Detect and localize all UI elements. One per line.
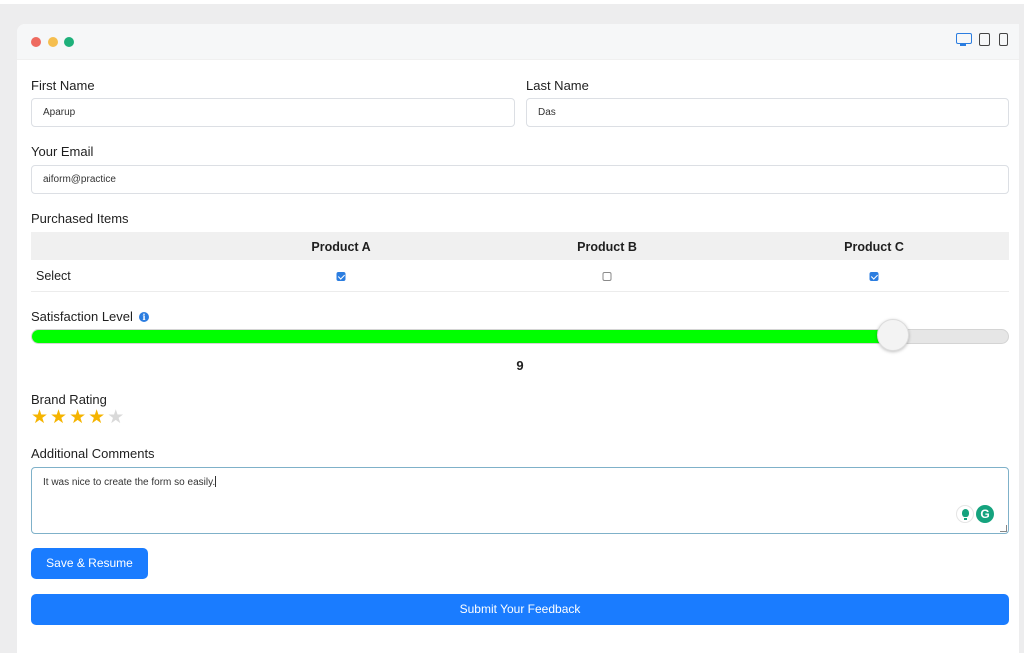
purchased-items-header: Product A Product B Product C xyxy=(31,232,1009,260)
purchased-items-label: Purchased Items xyxy=(31,211,129,226)
info-icon[interactable]: i xyxy=(139,312,149,322)
close-dot[interactable] xyxy=(31,37,41,47)
minimize-dot[interactable] xyxy=(48,37,58,47)
column-product-a: Product A xyxy=(311,240,371,254)
grammarly-icon[interactable] xyxy=(956,505,974,523)
slider-thumb[interactable] xyxy=(876,319,909,351)
last-name-label: Last Name xyxy=(526,78,589,93)
title-bar xyxy=(17,24,1024,60)
star-icon[interactable]: ★ xyxy=(69,408,86,427)
text-caret xyxy=(215,476,217,487)
email-label: Your Email xyxy=(31,144,94,159)
first-name-input[interactable]: Aparup xyxy=(31,98,515,127)
satisfaction-slider[interactable] xyxy=(31,329,1009,344)
checkbox-product-b[interactable] xyxy=(602,272,612,281)
submit-feedback-button[interactable]: Submit Your Feedback xyxy=(31,594,1009,625)
last-name-input[interactable]: Das xyxy=(526,98,1009,127)
save-resume-button[interactable]: Save & Resume xyxy=(31,548,148,579)
slider-fill xyxy=(32,330,893,343)
star-icon[interactable]: ★ xyxy=(50,408,67,427)
first-name-label: First Name xyxy=(31,78,95,93)
satisfaction-value: 9 xyxy=(516,358,524,373)
row-label-select: Select xyxy=(36,269,71,283)
desktop-icon[interactable] xyxy=(956,33,972,46)
column-product-c: Product C xyxy=(844,240,904,254)
grammarly-logo-icon[interactable]: G xyxy=(976,505,994,523)
star-rating[interactable]: ★ ★ ★ ★ ★ xyxy=(31,408,124,427)
window-right-edge xyxy=(1019,24,1024,653)
checkbox-product-a[interactable] xyxy=(336,272,346,281)
form-window: First Name Aparup Last Name Das Your Ema… xyxy=(17,24,1024,653)
star-icon[interactable]: ★ xyxy=(107,408,124,427)
comments-textarea[interactable]: It was nice to create the form so easily… xyxy=(31,467,1009,534)
grammarly-widget[interactable]: G xyxy=(956,505,994,523)
device-preview-toggles xyxy=(956,33,1008,46)
star-icon[interactable]: ★ xyxy=(88,408,105,427)
maximize-dot[interactable] xyxy=(64,37,74,47)
purchased-items-row: Select xyxy=(31,261,1009,292)
comments-text: It was nice to create the form so easily… xyxy=(43,477,216,488)
top-strip xyxy=(0,0,1024,4)
checkbox-product-c[interactable] xyxy=(869,272,879,281)
star-icon[interactable]: ★ xyxy=(31,408,48,427)
resize-grip-icon[interactable] xyxy=(1000,525,1007,532)
satisfaction-label: Satisfaction Level xyxy=(31,309,133,324)
tablet-icon[interactable] xyxy=(979,33,990,46)
comments-label: Additional Comments xyxy=(31,446,155,461)
column-product-b: Product B xyxy=(577,240,637,254)
email-input[interactable]: aiform@practice xyxy=(31,165,1009,194)
mobile-icon[interactable] xyxy=(999,33,1008,46)
brand-rating-label: Brand Rating xyxy=(31,392,107,407)
